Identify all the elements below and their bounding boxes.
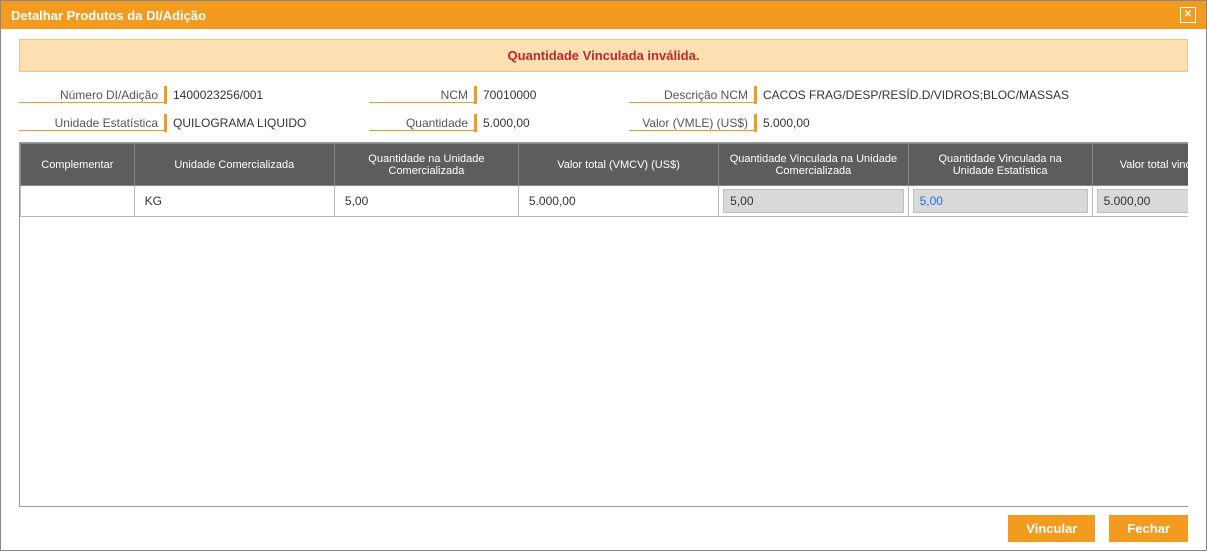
titlebar: Detalhar Produtos da DI/Adição ✕	[1, 1, 1206, 29]
field-ncm: NCM 70010000	[369, 86, 629, 104]
separator	[164, 114, 167, 132]
field-label: NCM	[369, 88, 474, 103]
separator	[474, 114, 477, 132]
dialog-content: Quantidade Vinculada inválida. Número DI…	[1, 29, 1206, 550]
table-row: KG 5,00 5.000,00	[21, 186, 1189, 217]
separator	[754, 86, 757, 104]
field-value: 5.000,00	[763, 116, 810, 130]
cell-valor-total: 5.000,00	[518, 186, 718, 217]
alert-message: Quantidade Vinculada inválida.	[19, 39, 1188, 72]
qtd-vinc-comercial-input[interactable]	[723, 189, 903, 213]
col-valor-total: Valor total (VMCV) (US$)	[518, 144, 718, 186]
table-header-row: Complementar Unidade Comercializada Quan…	[21, 144, 1189, 186]
table-scroll-area[interactable]: Complementar Unidade Comercializada Quan…	[19, 142, 1188, 507]
vincular-button[interactable]: Vincular	[1008, 515, 1095, 542]
cell-unidade-comercializada: KG	[134, 186, 334, 217]
modal-dialog: Detalhar Produtos da DI/Adição ✕ Quantid…	[0, 0, 1207, 551]
close-icon[interactable]: ✕	[1180, 7, 1196, 23]
dialog-title: Detalhar Produtos da DI/Adição	[11, 8, 1180, 23]
cell-qtd-vinc-comercial	[719, 186, 908, 217]
field-label: Unidade Estatística	[19, 116, 164, 131]
separator	[754, 114, 757, 132]
field-value: 1400023256/001	[173, 88, 263, 102]
field-numero: Número DI/Adição 1400023256/001	[19, 86, 369, 104]
cell-qtd-vinc-estatistica	[908, 186, 1092, 217]
field-label: Valor (VMLE) (US$)	[629, 116, 754, 131]
field-value: 70010000	[483, 88, 536, 102]
field-valor: Valor (VMLE) (US$) 5.000,00	[629, 114, 1188, 132]
field-value: QUILOGRAMA LIQUIDO	[173, 116, 306, 130]
fechar-button[interactable]: Fechar	[1109, 515, 1188, 542]
col-valor-total-vinculado: Valor total vinculado (VMCV) (US$)	[1092, 144, 1188, 186]
field-label: Número DI/Adição	[19, 88, 164, 103]
col-unidade-comercializada: Unidade Comercializada	[134, 144, 334, 186]
cell-complementar	[21, 186, 135, 217]
dialog-footer: Vincular Fechar	[19, 507, 1188, 542]
col-qtd-vinculada-comercial: Quantidade Vinculada na Unidade Comercia…	[719, 144, 908, 186]
products-table: Complementar Unidade Comercializada Quan…	[20, 143, 1188, 217]
cell-valor-total-vinculado	[1092, 186, 1188, 217]
field-value: 5.000,00	[483, 116, 530, 130]
field-value: CACOS FRAG/DESP/RESÍD.D/VIDROS;BLOC/MASS…	[763, 88, 1069, 102]
field-label: Quantidade	[369, 116, 474, 131]
field-label: Descrição NCM	[629, 88, 754, 103]
col-quantidade-unidade: Quantidade na Unidade Comercializada	[334, 144, 518, 186]
qtd-vinc-estatistica-input[interactable]	[913, 189, 1088, 213]
cell-quantidade-unidade: 5,00	[334, 186, 518, 217]
col-complementar: Complementar	[21, 144, 135, 186]
fields-grid: Número DI/Adição 1400023256/001 NCM 7001…	[19, 86, 1188, 132]
separator	[164, 86, 167, 104]
field-quantidade: Quantidade 5.000,00	[369, 114, 629, 132]
separator	[474, 86, 477, 104]
field-unidade: Unidade Estatística QUILOGRAMA LIQUIDO	[19, 114, 369, 132]
valor-total-vinculado-input[interactable]	[1097, 189, 1188, 213]
field-descncm: Descrição NCM CACOS FRAG/DESP/RESÍD.D/VI…	[629, 86, 1188, 104]
col-qtd-vinculada-estatistica: Quantidade Vinculada na Unidade Estatíst…	[908, 144, 1092, 186]
